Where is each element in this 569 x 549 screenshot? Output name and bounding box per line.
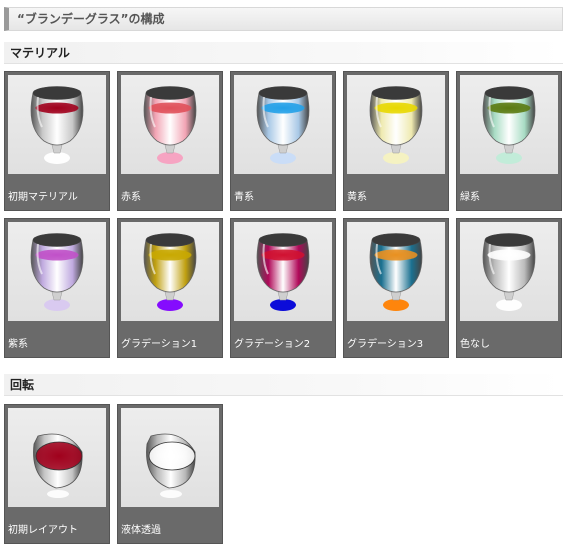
card-label: 赤系 <box>121 192 141 203</box>
card-label: 初期マテリアル <box>8 192 78 203</box>
thumbnail-image <box>234 222 332 321</box>
material-card-7[interactable]: グラデーション1 <box>117 218 223 358</box>
card-label: 色なし <box>460 339 490 350</box>
thumbnail-image <box>8 75 106 174</box>
card-label: グラデーション1 <box>121 339 198 350</box>
rotation-card-2[interactable]: 液体透過 <box>117 404 223 544</box>
tilted-glass-icon <box>146 433 196 498</box>
thumbnail-image <box>347 222 445 321</box>
section-header-rotation: 回転 <box>4 374 563 396</box>
material-card-5[interactable]: 緑系 <box>456 71 562 211</box>
brandy-glass-icon <box>369 233 423 311</box>
material-card-10[interactable]: 色なし <box>456 218 562 358</box>
card-label: 液体透過 <box>121 525 161 536</box>
tilted-glass-icon <box>33 433 83 498</box>
material-card-9[interactable]: グラデーション3 <box>343 218 449 358</box>
brandy-glass-icon <box>369 86 423 164</box>
thumbnail-image <box>121 222 219 321</box>
thumbnail-image <box>8 222 106 321</box>
brandy-glass-icon <box>482 86 536 164</box>
thumbnail-image <box>121 408 219 507</box>
thumbnail-image <box>460 222 558 321</box>
brandy-glass-icon <box>30 233 84 311</box>
brandy-glass-icon <box>482 233 536 311</box>
thumbnail-image <box>121 75 219 174</box>
thumbnail-image <box>460 75 558 174</box>
page-title: “ブランデーグラス”の構成 <box>4 7 563 31</box>
brandy-glass-icon <box>143 86 197 164</box>
brandy-glass-icon <box>30 86 84 164</box>
card-label: 緑系 <box>460 192 480 203</box>
material-card-4[interactable]: 黄系 <box>343 71 449 211</box>
thumbnail-image <box>234 75 332 174</box>
material-card-1[interactable]: 初期マテリアル <box>4 71 110 211</box>
material-card-8[interactable]: グラデーション2 <box>230 218 336 358</box>
material-card-3[interactable]: 青系 <box>230 71 336 211</box>
brandy-glass-icon <box>256 86 310 164</box>
material-card-6[interactable]: 紫系 <box>4 218 110 358</box>
card-label: グラデーション3 <box>347 339 424 350</box>
card-label: 黄系 <box>347 192 367 203</box>
section-header-material: マテリアル <box>4 42 563 64</box>
brandy-glass-icon <box>143 233 197 311</box>
card-label: 紫系 <box>8 339 28 350</box>
material-card-2[interactable]: 赤系 <box>117 71 223 211</box>
thumbnail-image <box>347 75 445 174</box>
card-label: グラデーション2 <box>234 339 311 350</box>
card-label: 青系 <box>234 192 254 203</box>
card-label: 初期レイアウト <box>8 525 78 536</box>
rotation-card-1[interactable]: 初期レイアウト <box>4 404 110 544</box>
thumbnail-image <box>8 408 106 507</box>
brandy-glass-icon <box>256 233 310 311</box>
